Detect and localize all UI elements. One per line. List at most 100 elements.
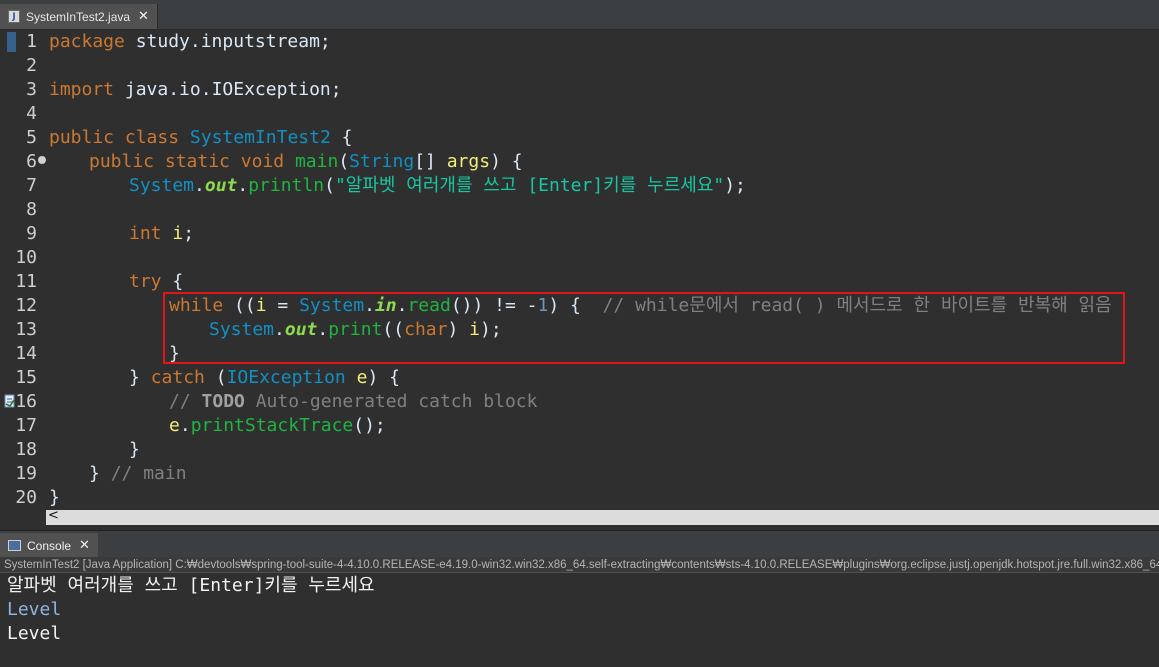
code-line: 20 } bbox=[0, 486, 1159, 510]
code-line: 19 } // main bbox=[0, 462, 1159, 486]
close-console-icon[interactable]: ✕ bbox=[79, 538, 90, 553]
keyword: try bbox=[129, 271, 162, 292]
code-text: { bbox=[161, 271, 184, 292]
line-number: 2 bbox=[26, 55, 37, 76]
code-text: study.inputstream; bbox=[124, 31, 331, 52]
code-text: ( bbox=[338, 151, 350, 172]
keyword: import bbox=[49, 79, 115, 100]
keyword: void bbox=[240, 151, 285, 172]
code-editor[interactable]: 1 package study.inputstream; 2 3 import … bbox=[0, 30, 1159, 525]
code-text: ) { bbox=[490, 151, 523, 172]
code-line: 10 bbox=[0, 246, 1159, 270]
console-tab-bar: Console ✕ bbox=[0, 530, 1159, 558]
keyword: class bbox=[124, 127, 180, 148]
line-number: 5 bbox=[26, 127, 37, 148]
console-tab[interactable]: Console ✕ bbox=[0, 533, 98, 558]
console-icon bbox=[8, 540, 21, 551]
comment: // bbox=[169, 391, 202, 412]
editor-tab-bar: J SystemInTest2.java ✕ bbox=[0, 0, 1159, 30]
line-number: 9 bbox=[26, 223, 37, 244]
line-number: 4 bbox=[26, 103, 37, 124]
code-text: } bbox=[89, 463, 111, 484]
code-line: 16 // TODO Auto-generated catch block bbox=[0, 390, 1159, 414]
code-line: 3 import java.io.IOException; bbox=[0, 78, 1159, 102]
method-name: printStackTrace bbox=[190, 415, 354, 436]
line-number: 15 bbox=[15, 367, 37, 388]
code-text: } bbox=[129, 367, 151, 388]
keyword: static bbox=[164, 151, 230, 172]
keyword: package bbox=[49, 31, 125, 52]
code-text: ) { bbox=[367, 367, 400, 388]
code-text: . bbox=[237, 175, 249, 196]
console-line: Level bbox=[7, 623, 62, 644]
line-number: 16 bbox=[15, 391, 37, 412]
java-file-icon: J bbox=[8, 10, 20, 23]
line-number: 7 bbox=[26, 175, 37, 196]
console-tab-title: Console bbox=[27, 538, 72, 553]
code-line: 9 int i; bbox=[0, 222, 1159, 246]
variable: args bbox=[446, 151, 491, 172]
fold-toggle-icon[interactable] bbox=[38, 156, 46, 164]
comment: // main bbox=[110, 463, 187, 484]
line-number: 10 bbox=[15, 247, 37, 268]
horizontal-scrollbar[interactable]: < bbox=[46, 508, 1159, 525]
keyword: catch bbox=[150, 367, 205, 388]
line-number: 1 bbox=[26, 31, 37, 52]
line-number: 12 bbox=[15, 295, 37, 316]
keyword: public bbox=[49, 127, 115, 148]
method-name: println bbox=[248, 175, 325, 196]
type-name: String bbox=[349, 151, 415, 172]
todo-tag: TODO bbox=[201, 391, 245, 412]
console-line: 알파벳 여러개를 쓰고 [Enter]키를 누르세요 bbox=[7, 575, 375, 596]
variable: i bbox=[172, 223, 184, 244]
type-name: IOException bbox=[226, 367, 346, 388]
code-text: ; bbox=[183, 223, 195, 244]
line-number: 17 bbox=[15, 415, 37, 436]
code-line: 7 System.out.println("알파벳 여러개를 쓰고 [Enter… bbox=[0, 174, 1159, 198]
line-number: 13 bbox=[15, 319, 37, 340]
variable: e bbox=[169, 415, 180, 436]
code-line: 17 e.printStackTrace(); bbox=[0, 414, 1159, 438]
method-name: main bbox=[294, 151, 339, 172]
editor-tab-title: SystemInTest2.java bbox=[26, 9, 131, 24]
code-line: 18 } bbox=[0, 438, 1159, 462]
line-number: 19 bbox=[15, 463, 37, 484]
line-number: 14 bbox=[15, 343, 37, 364]
code-line: 11 try { bbox=[0, 270, 1159, 294]
console-launch-info: SystemInTest2 [Java Application] C:₩devt… bbox=[0, 557, 1159, 573]
code-line: 1 package study.inputstream; bbox=[0, 30, 1159, 54]
scroll-left-arrow-icon[interactable]: < bbox=[48, 508, 59, 523]
keyword: int bbox=[129, 223, 162, 244]
code-line: 2 bbox=[0, 54, 1159, 78]
line-number: 18 bbox=[15, 439, 37, 460]
close-tab-icon[interactable]: ✕ bbox=[138, 9, 149, 24]
class-name: SystemInTest2 bbox=[189, 127, 331, 148]
keyword: public bbox=[89, 151, 155, 172]
comment: Auto-generated catch block bbox=[244, 391, 538, 412]
type-name: System bbox=[129, 175, 195, 196]
console-input-line: Level bbox=[7, 599, 62, 620]
code-text: } bbox=[129, 439, 140, 460]
line-number: 8 bbox=[26, 199, 37, 220]
static-field: out bbox=[204, 175, 238, 196]
line-number: 3 bbox=[26, 79, 37, 100]
line-number: 20 bbox=[15, 487, 37, 508]
code-text: . bbox=[179, 415, 191, 436]
code-text: ( bbox=[324, 175, 335, 196]
code-text: ( bbox=[204, 367, 227, 388]
code-text: [] bbox=[414, 151, 447, 172]
code-line: 6 public static void main(String[] args)… bbox=[0, 150, 1159, 174]
code-line: 8 bbox=[0, 198, 1159, 222]
editor-tab[interactable]: J SystemInTest2.java ✕ bbox=[0, 4, 158, 29]
highlight-box bbox=[163, 292, 1125, 364]
code-text: { bbox=[330, 127, 353, 148]
line-number: 6 bbox=[26, 151, 37, 172]
variable: e bbox=[356, 367, 368, 388]
code-text: . bbox=[194, 175, 205, 196]
code-line: 4 bbox=[0, 102, 1159, 126]
code-line: 5 public class SystemInTest2 { bbox=[0, 126, 1159, 150]
string-literal: "알파벳 여러개를 쓰고 [Enter]키를 누르세요" bbox=[334, 175, 725, 196]
console-output[interactable]: 알파벳 여러개를 쓰고 [Enter]키를 누르세요 Level Level bbox=[0, 574, 1159, 667]
code-text: (); bbox=[353, 415, 386, 436]
